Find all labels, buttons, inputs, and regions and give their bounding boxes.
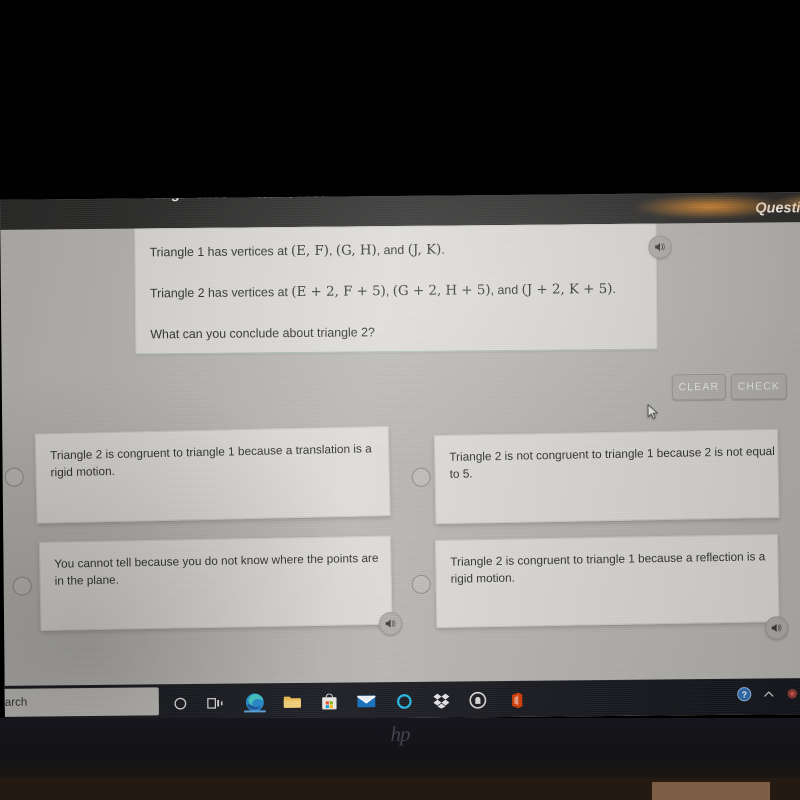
task-view-icon[interactable] <box>204 692 226 714</box>
question-line-1-math-b: (G, H) <box>335 243 377 259</box>
file-explorer-icon[interactable] <box>281 691 303 713</box>
answer-audio-button-b[interactable] <box>765 616 789 640</box>
answer-audio-button-a[interactable] <box>378 612 403 636</box>
chevron-up-icon[interactable] <box>763 687 775 705</box>
office-icon[interactable] <box>505 689 527 711</box>
answer-radio-d[interactable] <box>411 574 431 594</box>
svg-text:?: ? <box>742 690 748 700</box>
answer-radio-b[interactable] <box>411 467 431 487</box>
help-icon[interactable]: ? <box>737 687 752 707</box>
question-line-2-math-b: (G + 2, H + 5) <box>392 283 491 300</box>
answer-option-a[interactable]: Triangle 2 is congruent to triangle 1 be… <box>34 425 391 524</box>
desk-object <box>652 782 770 800</box>
question-line-1: Triangle 1 has vertices at (E, F), (G, H… <box>149 243 444 261</box>
cursor-arrow-icon <box>647 404 658 419</box>
notification-icon[interactable] <box>786 687 799 705</box>
laptop-photo: Congruence — Item 36937 Question Triangl… <box>0 0 800 800</box>
dropbox-icon[interactable] <box>431 690 453 712</box>
answer-option-d[interactable]: Triangle 2 is congruent to triangle 1 be… <box>434 534 780 629</box>
question-line-3: What can you conclude about triangle 2? <box>150 325 375 342</box>
speaker-icon <box>655 242 665 252</box>
answer-option-b[interactable]: Triangle 2 is not congruent to triangle … <box>433 428 780 525</box>
question-line-2-prefix: Triangle 2 has vertices at <box>149 285 292 301</box>
answer-option-d-text: Triangle 2 is congruent to triangle 1 be… <box>450 549 766 586</box>
question-line-1-math-c: (J, K) <box>407 242 442 258</box>
question-label: Question <box>755 199 800 217</box>
system-tray: ? <box>737 686 799 707</box>
question-line-1-prefix: Triangle 1 has vertices at <box>149 244 292 260</box>
question-line-2-sep-2: , and <box>490 282 522 298</box>
answer-option-c[interactable]: You cannot tell because you do not know … <box>38 535 393 632</box>
check-button[interactable]: CHECK <box>730 373 787 400</box>
taskbar-search-input[interactable]: arch <box>0 687 159 717</box>
question-audio-button[interactable] <box>648 235 672 259</box>
answer-option-c-text: You cannot tell because you do not know … <box>54 550 379 588</box>
question-line-1-math-a: (E, F) <box>290 243 330 260</box>
laptop-screen: Congruence — Item 36937 Question Triangl… <box>0 192 800 722</box>
question-line-2-math-a: (E + 2, F + 5) <box>291 284 386 301</box>
edge-active-indicator <box>243 710 266 713</box>
mail-icon[interactable] <box>355 690 377 712</box>
question-line-2: Triangle 2 has vertices at (E + 2, F + 5… <box>150 282 616 301</box>
question-prompt-card: Triangle 1 has vertices at (E, F), (G, H… <box>134 223 658 355</box>
answer-option-b-text: Triangle 2 is not congruent to triangle … <box>449 443 775 481</box>
answer-radio-a[interactable] <box>4 467 24 487</box>
question-line-1-end: . <box>441 242 445 257</box>
circle-app-icon[interactable] <box>467 689 489 711</box>
clear-button[interactable]: CLEAR <box>671 373 726 401</box>
windows-taskbar: arch ? <box>0 678 800 722</box>
app-header-bar: Congruence — Item 36937 Question <box>0 192 800 230</box>
edge-browser-icon[interactable] <box>243 691 266 713</box>
answer-option-a-text: Triangle 2 is congruent to triangle 1 be… <box>50 441 372 479</box>
hp-brand-logo: hp <box>390 722 411 746</box>
question-line-2-end: . <box>612 281 616 296</box>
taskbar-search-value: arch <box>4 696 28 709</box>
speaker-icon <box>771 623 782 632</box>
speaker-icon <box>385 619 396 628</box>
cortana-ring-icon[interactable] <box>393 690 415 712</box>
cortana-icon[interactable] <box>169 692 191 714</box>
microsoft-store-icon[interactable] <box>318 691 340 713</box>
question-line-1-sep-2: , and <box>376 242 408 258</box>
question-line-2-math-c: (J + 2, K + 5) <box>521 281 613 298</box>
mouse-cursor <box>647 404 659 426</box>
dark-room-top <box>0 0 800 196</box>
answer-radio-c[interactable] <box>12 576 32 596</box>
